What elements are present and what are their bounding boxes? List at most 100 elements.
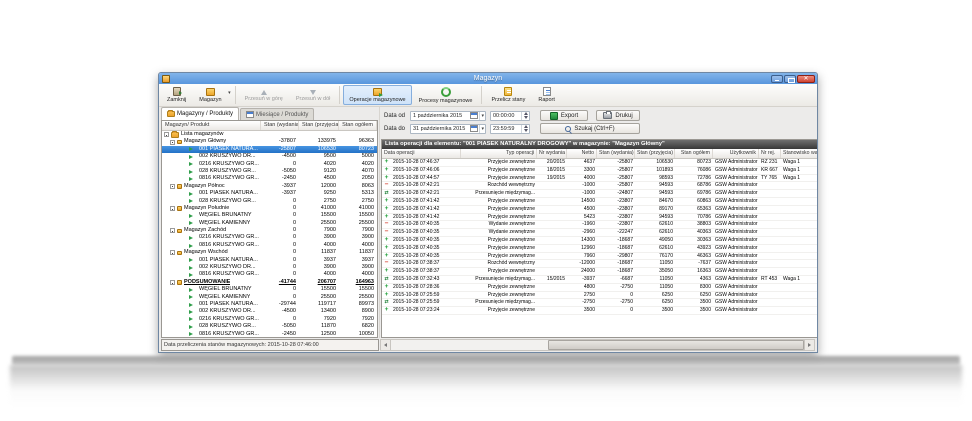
tab-magazyny-produkty[interactable]: Magazyny / Produkty	[161, 107, 239, 120]
tree-row[interactable]: 002 KRUSZYWO DR...039003900	[162, 264, 377, 271]
tree-row[interactable]: 0816 KRUSZYWO GR...040004000	[162, 242, 377, 249]
operation-row[interactable]: +2015-10-28 07:23:24Przyjęcie zewnętrzne…	[382, 307, 818, 315]
time-from-input[interactable]: 00:00:00	[490, 111, 530, 121]
time-to-input[interactable]: 23:59:59	[490, 124, 530, 134]
operation-row[interactable]: +2015-10-28 07:41:42Przyjęcie zewnętrzne…	[382, 198, 818, 206]
operation-row[interactable]: +2015-10-28 07:46:37Przyjęcie zewnętrzne…	[382, 159, 818, 167]
minimize-button[interactable]	[771, 75, 783, 83]
toolbar-button-przesun-w-gore[interactable]: Przesuń w górę	[239, 85, 289, 105]
tree-row[interactable]: 028 KRUSZYWO GR...-505091204070	[162, 168, 377, 175]
toolbar-button-przelicz-stany[interactable]: Przelicz stany	[485, 85, 531, 105]
tree-row[interactable]: 028 KRUSZYWO GR...027502750	[162, 198, 377, 205]
export-button[interactable]: Export	[540, 110, 588, 121]
tree-row[interactable]: WĘGIEL BRUNATNY01550015500	[162, 212, 377, 219]
operation-row[interactable]: +2015-10-28 07:40:35Przyjęcie zewnętrzne…	[382, 253, 818, 261]
tree-column-header[interactable]: Stan (przyjęcia)	[299, 121, 339, 130]
tree-expander[interactable]	[164, 132, 169, 137]
tree-expander[interactable]	[170, 140, 175, 145]
tree-row[interactable]: 0216 KRUSZYWO GR...079207920	[162, 316, 377, 323]
date-from-input[interactable]: 1 października 2015 ▾	[410, 111, 486, 121]
toolbar-button-operacje-magazynowe[interactable]: Operacje magazynowe	[343, 85, 411, 105]
operation-row[interactable]: ⇄2015-10-28 07:42:21Przesunięcie międzym…	[382, 190, 818, 198]
tree-row[interactable]: 028 KRUSZYWO GR...-5050118706820	[162, 323, 377, 330]
chevron-down-icon[interactable]: ▾	[228, 90, 231, 96]
scroll-left-button[interactable]	[381, 340, 391, 350]
operation-row[interactable]: −2015-10-28 07:40:35Wydanie zewnętrzne-1…	[382, 221, 818, 229]
toolbar-button-raport[interactable]: Raport	[532, 85, 561, 105]
tree-row[interactable]: PODSUMOWANIE-41744206707164963	[162, 279, 377, 286]
tree-column-header[interactable]: Magazyn/ Produkt	[162, 121, 261, 130]
toolbar-button-przesun-w-dol[interactable]: Przesuń w dół	[290, 85, 337, 105]
tree-row[interactable]: Magazyn Zachód079007900	[162, 227, 377, 234]
date-to-input[interactable]: 31 października 2015 ▾	[410, 124, 486, 134]
tree-column-header[interactable]: Stan (wydania)	[261, 121, 299, 130]
tree-row[interactable]: 0816 KRUSZYWO GR...-24501250010050	[162, 331, 377, 337]
tree-row[interactable]: 0816 KRUSZYWO GR...-245045002050	[162, 175, 377, 182]
tree-expander[interactable]	[170, 206, 175, 211]
ops-column-header[interactable]: Netto	[567, 149, 597, 158]
operation-row[interactable]: +2015-10-28 07:25:59Przyjęcie zewnętrzne…	[382, 292, 818, 300]
tree-row[interactable]: WĘGIEL BRUNATNY01550015500	[162, 286, 377, 293]
toolbar-button-zamknij[interactable]: Zamknij	[161, 85, 192, 105]
chevron-down-icon[interactable]: ▾	[479, 125, 485, 133]
operation-row[interactable]: −2015-10-28 07:42:21Rozchód wewnętrzny-1…	[382, 182, 818, 190]
tree-row[interactable]: 001 PIASEK NATURA...-2580710653080723	[162, 146, 377, 153]
tree-row[interactable]: WĘGIEL KAMIENNY02550025500	[162, 294, 377, 301]
print-button[interactable]: Drukuj	[596, 110, 640, 121]
ops-column-header[interactable]: Stan (wydania)	[597, 149, 635, 158]
tree-row[interactable]: 0816 KRUSZYWO GR...040004000	[162, 271, 377, 278]
tab-miesiace-produkty[interactable]: Miesiące / Produkty	[240, 108, 314, 120]
tree-row[interactable]: 002 KRUSZYWO DR...-4500134008900	[162, 308, 377, 315]
operation-row[interactable]: ⇄2015-10-28 07:32:43Przesunięcie międzym…	[382, 276, 818, 284]
toolbar-button-procesy-magazynowe[interactable]: Procesy magazynowe	[413, 85, 479, 105]
ops-column-header[interactable]: Stan ogółem	[675, 149, 713, 158]
tree-row[interactable]: 001 PIASEK NATURA...-2974411971789973	[162, 301, 377, 308]
scrollbar-thumb[interactable]	[548, 340, 804, 350]
tree-column-header[interactable]: Stan ogółem	[339, 121, 377, 130]
ops-column-header[interactable]: Nr wydania	[537, 149, 567, 158]
titlebar[interactable]: Magazyn ✕	[159, 73, 817, 84]
operation-row[interactable]: ⇄2015-10-28 07:25:59Przesunięcie międzym…	[382, 299, 818, 307]
tree-row[interactable]: Lista magazynów	[162, 131, 377, 138]
search-button[interactable]: Szukaj (Ctrl+F)	[540, 123, 640, 134]
ops-column-header[interactable]: Stanowisko wagowe	[781, 149, 818, 158]
maximize-button[interactable]	[784, 75, 796, 83]
tree-row[interactable]: Magazyn Główny-3780713397596363	[162, 138, 377, 145]
scroll-right-button[interactable]	[804, 340, 814, 350]
tree-row[interactable]: 001 PIASEK NATURA...-393792505313	[162, 190, 377, 197]
toolbar-button-magazyn[interactable]: Magazyn▾	[193, 85, 231, 105]
tree-row[interactable]: 001 PIASEK NATURA...039373937	[162, 257, 377, 264]
tree-row[interactable]: 0216 KRUSZYWO GR...040204020	[162, 161, 377, 168]
ops-column-header[interactable]: Użytkownik	[713, 149, 759, 158]
tree-expander[interactable]	[170, 250, 175, 255]
tree-row[interactable]: 0216 KRUSZYWO GR...039003900	[162, 234, 377, 241]
operation-row[interactable]: +2015-10-28 07:41:42Przyjęcie zewnętrzne…	[382, 214, 818, 222]
scrollbar-track[interactable]	[391, 340, 804, 350]
operation-row[interactable]: +2015-10-28 07:46:06Przyjęcie zewnętrzne…	[382, 167, 818, 175]
operation-row[interactable]: +2015-10-28 07:40:35Przyjęcie zewnętrzne…	[382, 245, 818, 253]
tree-row[interactable]: WĘGIEL KAMIENNY02550025500	[162, 220, 377, 227]
tree-expander[interactable]	[170, 280, 175, 285]
operation-row[interactable]: +2015-10-28 07:41:42Przyjęcie zewnętrzne…	[382, 206, 818, 214]
spinner-buttons[interactable]	[521, 125, 529, 133]
close-button[interactable]: ✕	[797, 75, 815, 83]
operation-row[interactable]: +2015-10-28 07:28:36Przyjęcie zewnętrzne…	[382, 284, 818, 292]
ops-column-header[interactable]: Typ operacji	[461, 149, 537, 158]
chevron-down-icon[interactable]: ▾	[479, 112, 485, 120]
tree-expander[interactable]	[170, 228, 175, 233]
tree-row[interactable]: Magazyn Południe04100041000	[162, 205, 377, 212]
operation-row[interactable]: +2015-10-28 07:40:35Przyjęcie zewnętrzne…	[382, 237, 818, 245]
operation-row[interactable]: +2015-10-28 07:44:57Przyjęcie zewnętrzne…	[382, 175, 818, 183]
ops-column-header[interactable]: Data operacji	[382, 149, 461, 158]
tree-row[interactable]: Magazyn Wschód01183711837	[162, 249, 377, 256]
tree-expander[interactable]	[170, 184, 175, 189]
spinner-buttons[interactable]	[521, 112, 529, 120]
operation-row[interactable]: −2015-10-28 07:38:37Rozchód wewnętrzny-1…	[382, 260, 818, 268]
tree-row[interactable]: Magazyn Północ-3937120008063	[162, 183, 377, 190]
operation-row[interactable]: −2015-10-28 07:40:35Wydanie zewnętrzne-2…	[382, 229, 818, 237]
operation-row[interactable]: +2015-10-28 07:38:37Przyjęcie zewnętrzne…	[382, 268, 818, 276]
ops-column-header[interactable]: Stan (przyjęcia)	[635, 149, 675, 158]
horizontal-scrollbar[interactable]	[380, 339, 815, 351]
tree-row[interactable]: 002 KRUSZYWO DR...-450095005000	[162, 153, 377, 160]
ops-column-header[interactable]: Nr rej.	[759, 149, 781, 158]
